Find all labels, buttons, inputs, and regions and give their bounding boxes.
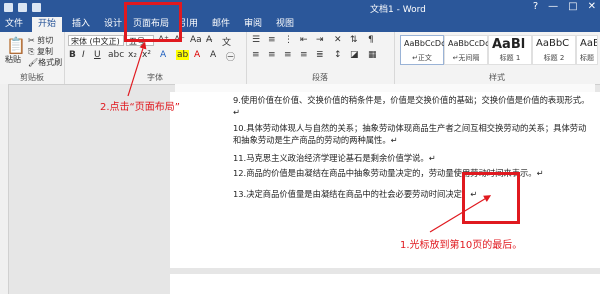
arrow-to-cursor	[429, 195, 492, 233]
step2-annotation: 2.点击“页面布局”	[100, 102, 180, 113]
arrow-to-page-layout	[127, 41, 147, 97]
step1-annotation: 1.光标放到第10页的最后。	[400, 240, 523, 251]
